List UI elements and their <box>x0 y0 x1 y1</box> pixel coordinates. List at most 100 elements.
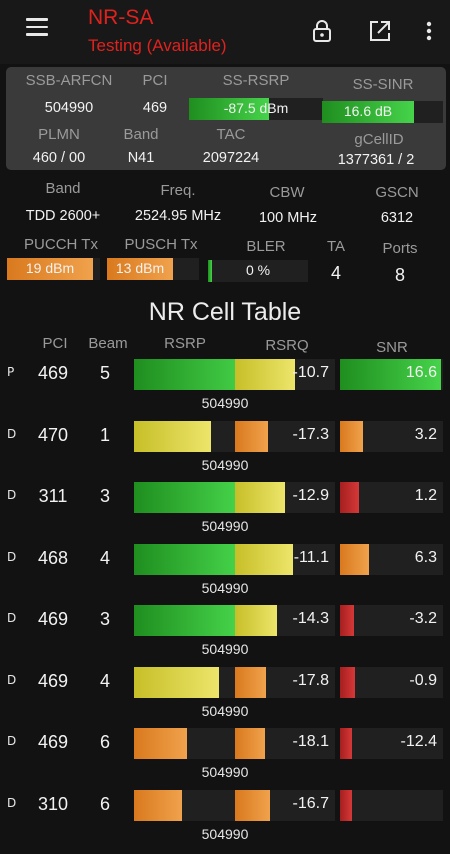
cell-rsrp-fill <box>134 482 239 513</box>
cell-pci: 469 <box>37 732 69 752</box>
cell-rsrq-bar: -16.7 <box>235 789 335 821</box>
table-row[interactable]: D4701-102.2-17.33.2504990 <box>0 420 450 485</box>
pci-label: PCI <box>142 72 168 89</box>
ports-label: Ports <box>382 240 418 257</box>
cell-rsrq-value: -17.8 <box>292 671 329 689</box>
cell-beam: 6 <box>99 732 110 752</box>
freq-label: Freq. <box>160 182 196 199</box>
pusch-tx-value: 13 dBm <box>115 260 165 276</box>
ports-value: 8 <box>394 265 405 285</box>
cell-snr-value: 16.6 <box>405 364 437 381</box>
cell-table-title: NR Cell Table <box>148 298 302 326</box>
cell-rsrq-bar: -18.1 <box>235 728 335 759</box>
cell-snr-value: -0.9 <box>409 671 437 689</box>
cell-rsrq-fill <box>235 543 293 575</box>
cell-rsrq-value: -11.1 <box>293 548 329 566</box>
cell-type: P <box>7 365 15 379</box>
ss-rsrp-label: SS-RSRP <box>222 72 290 89</box>
cell-pci: 469 <box>37 363 69 383</box>
cell-rsrq-bar: -12.9 <box>235 482 335 513</box>
cell-rsrq-bar: -17.3 <box>235 420 335 452</box>
status-subtitle: Testing (Available) <box>88 36 227 55</box>
cell-rsrq-fill <box>235 359 295 390</box>
gcellid-value: 1377361 / 2 <box>337 152 415 168</box>
cell-pci: 469 <box>37 670 69 691</box>
cell-snr-value: 3.2 <box>414 425 437 443</box>
cell-rsrp-fill <box>134 420 212 452</box>
cell-arfcn: 504990 <box>201 395 249 411</box>
cell-rsrq-fill <box>235 605 277 636</box>
cbw-label: CBW <box>269 184 305 201</box>
serving-cell-panel: SSB-ARFCN PCI SS-RSRP SS-SINR 504990 469… <box>6 67 446 170</box>
table-row[interactable]: D3113-92.4-12.91.2504990 <box>0 482 450 546</box>
cell-rsrq-fill <box>235 482 285 513</box>
menu-icon[interactable] <box>26 18 48 36</box>
cell-rsrq-fill <box>235 666 266 698</box>
cell-beam: 6 <box>99 793 110 814</box>
cell-type: D <box>7 795 17 810</box>
cell-pci: 310 <box>37 793 69 814</box>
cell-snr-bar: -12.4 <box>340 728 443 759</box>
cell-beam: 3 <box>99 486 110 506</box>
cell-snr-fill <box>340 789 353 821</box>
cell-beam: 4 <box>99 547 110 568</box>
col-header-rsrp: RSRP <box>164 335 206 352</box>
cell-arfcn: 504990 <box>201 579 249 596</box>
cell-rsrq-bar: -14.3 <box>235 605 335 636</box>
ss-sinr-bar: 16.6 dB <box>322 101 443 123</box>
cell-snr-value: -12.4 <box>400 733 437 750</box>
pci-value: 469 <box>142 100 168 116</box>
table-row[interactable]: P4695-87.5-10.716.6504990 <box>0 359 450 423</box>
cell-rsrq-bar: -17.8 <box>235 666 335 698</box>
col-header-beam: Beam <box>88 335 128 352</box>
cell-snr-bar <box>340 789 443 821</box>
table-row[interactable]: D4684-92.3-11.16.3504990 <box>0 543 450 608</box>
cell-rsrq-value: -16.7 <box>292 794 329 812</box>
cell-arfcn: 504990 <box>201 518 249 534</box>
cell-snr-fill <box>340 728 353 759</box>
cell-rsrq-fill <box>235 728 265 759</box>
bler-label: BLER <box>246 238 286 255</box>
pucch-tx-value: 19 dBm <box>25 260 75 276</box>
more-vert-icon[interactable] <box>416 18 442 44</box>
bler-bar: 0 % <box>208 260 308 282</box>
band-label: Band <box>123 126 159 143</box>
cell-arfcn: 504990 <box>201 764 249 780</box>
cell-rsrq-value: -12.9 <box>292 487 329 504</box>
cbw-value: 100 MHz <box>258 210 318 226</box>
cell-snr-bar: 1.2 <box>340 482 443 513</box>
cell-rsrp-fill <box>134 605 238 636</box>
col-header-rsrq: RSRQ <box>265 337 309 354</box>
cell-rsrp-fill <box>134 543 239 575</box>
cell-rsrp-fill <box>134 728 188 759</box>
ta-label: TA <box>326 238 346 255</box>
cell-rsrq-value: -17.3 <box>292 425 329 443</box>
cell-snr-bar: -3.2 <box>340 605 443 636</box>
lock-icon[interactable] <box>309 18 335 44</box>
cell-type: D <box>7 426 17 441</box>
cell-snr-bar: 3.2 <box>340 420 443 452</box>
cell-snr-bar: 6.3 <box>340 543 443 575</box>
table-row[interactable]: D4693-92.8-14.3-3.2504990 <box>0 605 450 669</box>
col-header-pci: PCI <box>42 335 68 352</box>
cell-rsrq-value: -10.7 <box>292 364 329 381</box>
ss-sinr-value: 16.6 dB <box>343 103 393 119</box>
cell-beam: 4 <box>99 670 110 691</box>
ssb-arfcn-value: 504990 <box>44 100 94 116</box>
plmn-value: 460 / 00 <box>32 150 86 166</box>
table-row[interactable]: D4694-98.1-17.8-0.9504990 <box>0 666 450 731</box>
cell-pci: 311 <box>38 486 68 506</box>
plmn-label: PLMN <box>38 126 80 143</box>
open-external-icon[interactable] <box>367 18 393 44</box>
cell-arfcn: 504990 <box>201 702 249 719</box>
ta-value: 4 <box>330 263 341 283</box>
ss-sinr-label: SS-SINR <box>352 76 414 93</box>
table-row[interactable]: D3106-110.6-16.7504990 <box>0 789 450 854</box>
ssb-arfcn-label: SSB-ARFCN <box>25 72 113 89</box>
cell-pci: 468 <box>37 547 69 568</box>
table-row[interactable]: D4696-107.9-18.1-12.4504990 <box>0 728 450 792</box>
gcellid-label: gCellID <box>354 131 404 148</box>
cell-arfcn: 504990 <box>201 825 249 842</box>
cell-arfcn: 504990 <box>201 641 249 657</box>
cell-rsrq-value: -14.3 <box>292 610 329 627</box>
